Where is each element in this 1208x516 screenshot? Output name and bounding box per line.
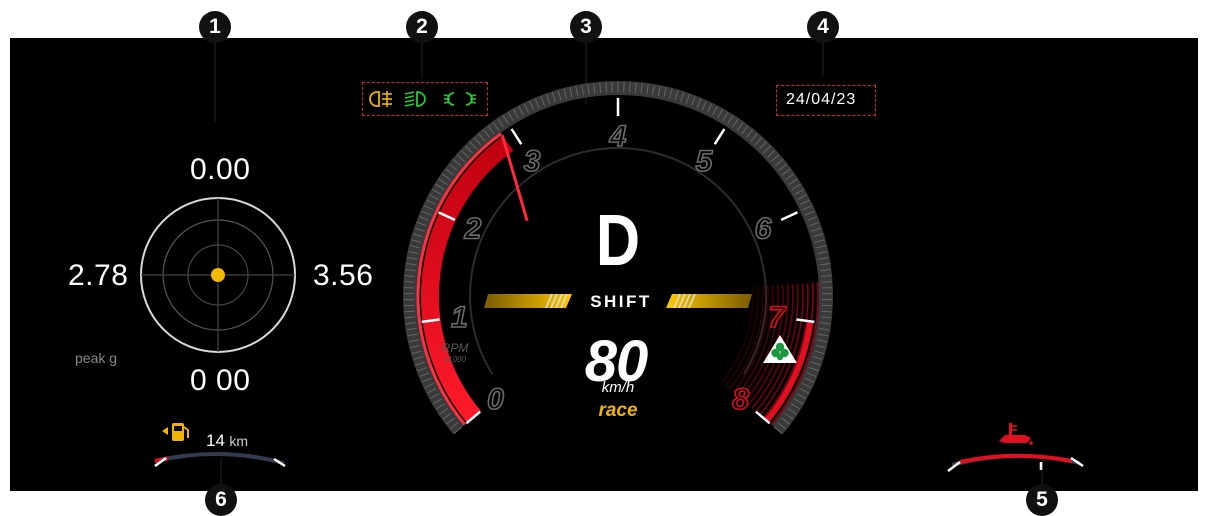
oil-temperature-gauge-arc bbox=[0, 0, 1208, 515]
